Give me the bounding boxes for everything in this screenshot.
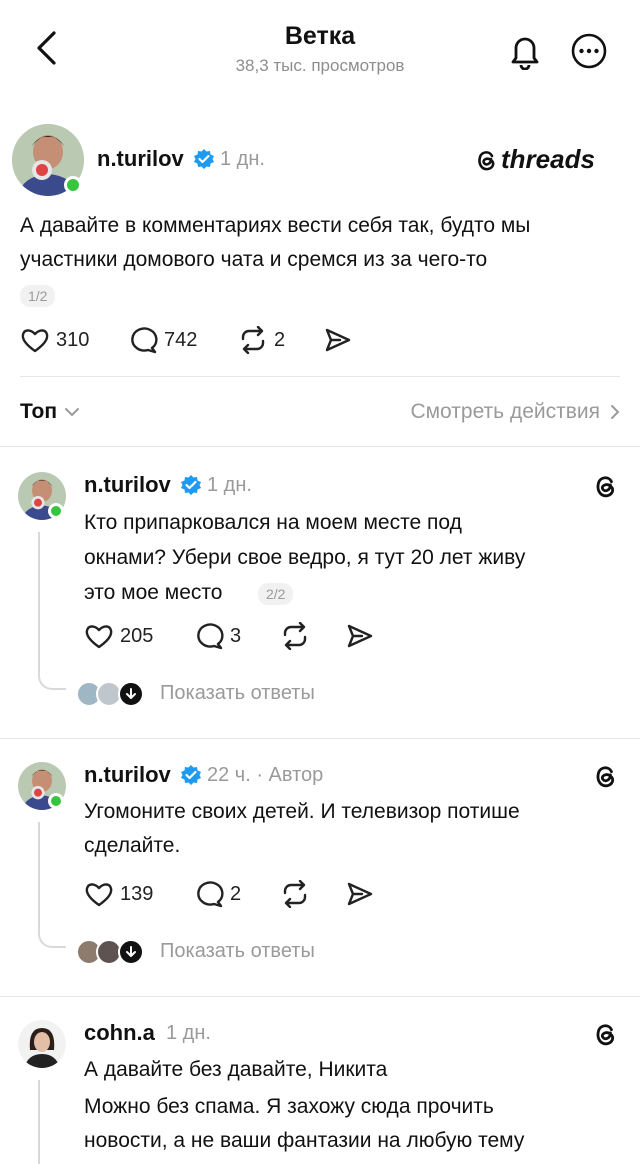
reply-time: 22 ч. · Автор <box>207 764 324 786</box>
section-divider <box>0 446 640 447</box>
comment-icon <box>197 623 224 650</box>
post-pager: 1/2 <box>20 285 56 307</box>
share-icon <box>347 882 373 906</box>
chevron-down-icon <box>65 408 80 417</box>
reply-text-line1: А давайте без давайте, Никита <box>84 1058 388 1081</box>
comment-button[interactable]: 2 <box>194 880 241 908</box>
comment-button[interactable]: 742 <box>128 326 197 354</box>
reply-username[interactable]: n.turilov <box>84 762 171 788</box>
reply-avatars-stack <box>76 938 146 966</box>
threads-logo-icon <box>596 476 615 498</box>
reply-text-line2: Можно без спама. Я захожу сюда прочить <box>84 1095 494 1118</box>
reply-connector <box>38 660 66 690</box>
post-time: 1 дн. <box>220 148 265 170</box>
view-activity-link[interactable]: Смотреть действия <box>410 400 620 424</box>
sort-dropdown[interactable]: Топ <box>20 400 80 424</box>
reply-username[interactable]: cohn.a <box>84 1020 155 1046</box>
verified-icon <box>181 765 201 785</box>
like-count: 139 <box>120 882 154 905</box>
more-options-button[interactable] <box>566 28 612 74</box>
repost-count: 2 <box>274 328 286 351</box>
repost-button[interactable] <box>280 880 316 908</box>
reply-text-line1: Кто припарковался на моем месте под <box>84 511 462 534</box>
repost-button[interactable] <box>280 622 316 650</box>
verified-icon <box>194 149 214 169</box>
comment-count: 3 <box>230 624 242 647</box>
threads-logo-icon <box>596 1024 615 1046</box>
share-button[interactable] <box>324 326 358 354</box>
online-indicator <box>48 503 64 519</box>
repost-icon <box>283 880 307 908</box>
reply-connector <box>38 918 66 948</box>
reply-divider <box>0 996 640 997</box>
reply-username[interactable]: n.turilov <box>84 472 171 498</box>
comment-count: 2 <box>230 882 242 905</box>
reply-time: 1 дн. <box>166 1022 211 1044</box>
threads-brand: threads <box>474 144 595 175</box>
threads-wordmark: threads <box>501 144 595 174</box>
notifications-button[interactable] <box>502 28 548 74</box>
reply-avatars-stack <box>76 680 146 708</box>
comment-icon <box>131 327 158 354</box>
post-text-line1: А давайте в комментариях вести себя так,… <box>20 214 531 237</box>
show-replies-button[interactable]: Показать ответы <box>160 682 315 705</box>
share-icon <box>325 328 351 352</box>
share-button[interactable] <box>346 880 380 908</box>
repost-icon <box>283 622 307 650</box>
like-count: 310 <box>56 328 90 351</box>
reply-text-line1: Угомоните своих детей. И телевизор потиш… <box>84 800 520 823</box>
author-username[interactable]: n.turilov <box>97 146 184 172</box>
share-button[interactable] <box>346 622 380 650</box>
reply-text-line3: новости, а не ваши фантазии на любую тем… <box>84 1129 525 1152</box>
repost-button[interactable]: 2 <box>238 326 285 354</box>
reply-avatar[interactable] <box>18 1020 66 1068</box>
threads-logo-icon <box>596 766 615 788</box>
more-icon <box>571 33 607 69</box>
repost-icon <box>241 326 265 354</box>
heart-icon <box>21 329 49 353</box>
thread-line <box>38 532 40 662</box>
share-icon <box>347 624 373 648</box>
reply-pager: 2/2 <box>258 583 294 605</box>
threads-logo-icon <box>478 150 495 170</box>
comment-icon <box>197 881 224 908</box>
heart-icon <box>85 625 113 649</box>
like-button[interactable]: 205 <box>84 622 153 650</box>
show-replies-button[interactable]: Показать ответы <box>160 940 315 963</box>
chevron-right-icon <box>611 405 620 419</box>
like-button[interactable]: 139 <box>84 880 153 908</box>
heart-icon <box>85 883 113 907</box>
sort-label: Топ <box>20 400 58 423</box>
arrow-down-icon <box>126 946 136 957</box>
expand-replies-badge <box>118 681 144 707</box>
like-button[interactable]: 310 <box>20 326 89 354</box>
reply-divider <box>0 738 640 739</box>
activity-label: Смотреть действия <box>410 400 600 423</box>
comment-button[interactable]: 3 <box>194 622 241 650</box>
thread-line <box>38 822 40 920</box>
post-divider <box>20 376 620 377</box>
reply-time: 1 дн. <box>207 474 252 496</box>
online-indicator <box>64 176 82 194</box>
expand-replies-badge <box>118 939 144 965</box>
verified-icon <box>181 475 201 495</box>
like-count: 205 <box>120 624 154 647</box>
thread-line <box>38 1080 40 1164</box>
reply-text-line2: окнами? Убери свое ведро, я тут 20 лет ж… <box>84 546 526 569</box>
post-text-line2: участники домового чата и сремся из за ч… <box>20 248 488 271</box>
comment-count: 742 <box>164 328 198 351</box>
arrow-down-icon <box>126 688 136 699</box>
online-indicator <box>48 793 64 809</box>
bell-icon <box>511 37 539 70</box>
reply-text-line3: это мое место <box>84 581 223 604</box>
reply-text-line2: сделайте. <box>84 834 181 857</box>
